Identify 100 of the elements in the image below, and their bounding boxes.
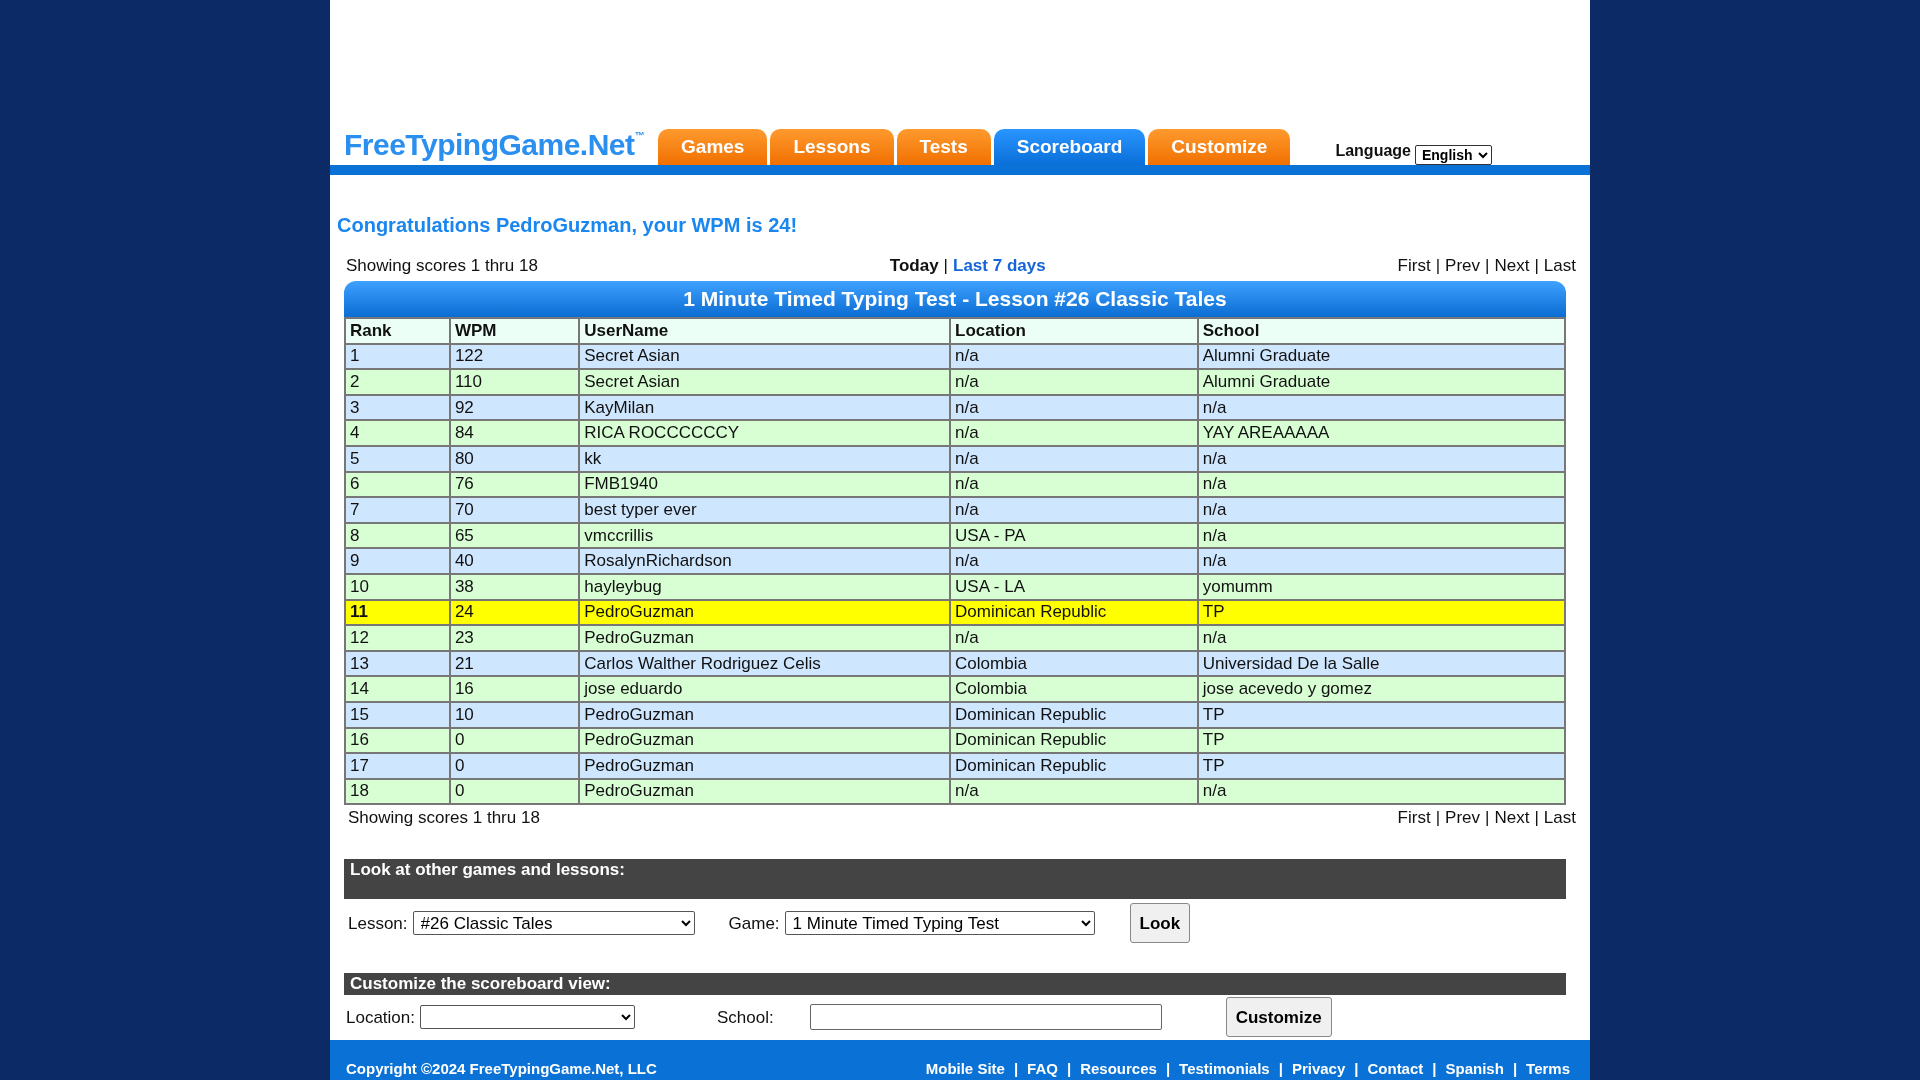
period-link[interactable]: Today bbox=[889, 256, 939, 275]
table-cell: Alumni Graduate bbox=[1197, 369, 1565, 395]
nav-tab[interactable]: Scoreboard bbox=[993, 129, 1146, 165]
table-cell: 14 bbox=[345, 676, 450, 702]
table-cell: hayleybug bbox=[579, 573, 951, 600]
language-label: Language bbox=[1335, 141, 1411, 161]
table-cell: YAY AREAAAAA bbox=[1197, 420, 1565, 446]
pager-link[interactable]: Prev bbox=[1445, 256, 1481, 275]
table-cell: 23 bbox=[449, 625, 580, 651]
table-cell: TP bbox=[1197, 753, 1565, 779]
footer-link[interactable]: Spanish bbox=[1445, 1059, 1504, 1077]
copyright-text: Copyright ©2024 FreeTypingGame.Net, LLC bbox=[346, 1058, 657, 1079]
pager-link[interactable]: First bbox=[1397, 808, 1431, 828]
footer-link[interactable]: Mobile Site bbox=[925, 1059, 1005, 1077]
separator: | bbox=[1278, 1059, 1283, 1077]
location-label: Location: bbox=[346, 1006, 415, 1029]
table-cell: 12 bbox=[345, 625, 450, 651]
look-button[interactable]: Look bbox=[1129, 903, 1191, 944]
table-cell: best typer ever bbox=[579, 497, 951, 523]
table-cell: USA - PA bbox=[950, 522, 1198, 549]
table-cell: yomumm bbox=[1197, 573, 1565, 600]
table-cell: 80 bbox=[449, 445, 580, 472]
table-cell: n/a bbox=[1197, 625, 1565, 651]
table-cell: 17 bbox=[345, 753, 450, 779]
table-cell: n/a bbox=[1197, 445, 1565, 472]
customize-button[interactable]: Customize bbox=[1225, 997, 1332, 1038]
separator: | bbox=[1512, 1059, 1518, 1077]
separator: | bbox=[1165, 1059, 1171, 1077]
table-cell: RICA ROCCCCCCY bbox=[579, 420, 951, 446]
period-link[interactable]: Last 7 days bbox=[953, 256, 1046, 275]
table-cell: PedroGuzman bbox=[579, 727, 951, 754]
table-cell: n/a bbox=[1197, 522, 1565, 549]
table-cell: n/a bbox=[950, 369, 1198, 395]
table-cell: PedroGuzman bbox=[579, 625, 951, 651]
table-cell: 7 bbox=[345, 497, 450, 523]
table-cell: 24 bbox=[449, 599, 580, 626]
table-cell: 15 bbox=[345, 701, 450, 728]
lesson-select[interactable]: #26 Classic Tales bbox=[412, 911, 695, 936]
pager-link[interactable]: Next bbox=[1494, 808, 1530, 828]
column-header: Rank bbox=[345, 318, 450, 344]
table-cell: 8 bbox=[345, 522, 450, 549]
table-cell: Dominican Republic bbox=[950, 599, 1198, 626]
table-cell: n/a bbox=[950, 394, 1198, 421]
showing-scores-text: Showing scores 1 thru 18 bbox=[346, 255, 538, 277]
footer-link[interactable]: Terms bbox=[1526, 1059, 1570, 1077]
pager-link[interactable]: Last bbox=[1543, 808, 1576, 828]
table-cell: Dominican Republic bbox=[950, 753, 1198, 779]
table-cell: 76 bbox=[449, 471, 580, 498]
pager-link[interactable]: First bbox=[1397, 256, 1431, 275]
separator: | bbox=[943, 256, 949, 275]
table-cell: 9 bbox=[345, 548, 450, 574]
table-cell: 0 bbox=[449, 727, 580, 754]
table-cell: 13 bbox=[345, 650, 450, 677]
location-select[interactable] bbox=[420, 1005, 635, 1030]
school-label: School: bbox=[717, 1006, 774, 1029]
table-cell: n/a bbox=[1197, 548, 1565, 574]
language-select[interactable]: English bbox=[1414, 145, 1492, 165]
table-cell: n/a bbox=[950, 778, 1198, 805]
pager-link[interactable]: Last bbox=[1543, 256, 1576, 275]
footer-link[interactable]: Privacy bbox=[1291, 1059, 1346, 1077]
table-cell: KayMilan bbox=[579, 394, 951, 421]
table-cell: 0 bbox=[449, 778, 580, 805]
column-header: WPM bbox=[449, 318, 580, 344]
table-cell: 84 bbox=[449, 420, 580, 446]
separator: | bbox=[1534, 256, 1539, 275]
site-logo[interactable]: FreeTypingGame.Net$^{™}$ bbox=[344, 127, 645, 163]
pager-link[interactable]: Next bbox=[1494, 256, 1530, 275]
footer-link[interactable]: Resources bbox=[1080, 1059, 1157, 1077]
school-input-field[interactable] bbox=[809, 1004, 1162, 1031]
table-cell: 38 bbox=[449, 573, 580, 600]
pager-link[interactable]: Prev bbox=[1445, 808, 1481, 828]
footer-link[interactable]: FAQ bbox=[1027, 1059, 1058, 1077]
table-cell: vmccrillis bbox=[579, 522, 951, 549]
showing-scores-text: Showing scores 1 thru 18 bbox=[348, 807, 540, 830]
table-cell: 2 bbox=[345, 369, 450, 395]
table-cell: n/a bbox=[1197, 471, 1565, 498]
separator: | bbox=[1534, 808, 1539, 828]
table-cell: PedroGuzman bbox=[579, 701, 951, 728]
table-cell: TP bbox=[1197, 599, 1565, 626]
table-cell: n/a bbox=[1197, 497, 1565, 523]
table-cell: 21 bbox=[449, 650, 580, 677]
table-cell: 11 bbox=[345, 599, 450, 626]
table-cell: 70 bbox=[449, 497, 580, 523]
separator: | bbox=[1066, 1059, 1072, 1077]
table-cell: PedroGuzman bbox=[579, 753, 951, 779]
table-cell: Secret Asian bbox=[579, 369, 951, 395]
table-cell: kk bbox=[579, 445, 951, 472]
table-cell: 122 bbox=[449, 343, 580, 370]
table-cell: Alumni Graduate bbox=[1197, 343, 1565, 370]
footer-link[interactable]: Contact bbox=[1367, 1059, 1424, 1077]
table-cell: jose eduardo bbox=[579, 676, 951, 702]
column-header: UserName bbox=[579, 318, 951, 344]
table-cell: RosalynRichardson bbox=[579, 548, 951, 574]
table-cell: n/a bbox=[950, 343, 1198, 370]
table-cell: 92 bbox=[449, 394, 580, 421]
table-cell: TP bbox=[1197, 727, 1565, 754]
game-select[interactable]: 1 Minute Timed Typing Test bbox=[784, 911, 1095, 936]
table-cell: Carlos Walther Rodriguez Celis bbox=[579, 650, 951, 677]
footer-link[interactable]: Testimonials bbox=[1179, 1059, 1270, 1077]
congratulations-message: Congratulations PedroGuzman, your WPM is 24! bbox=[337, 213, 799, 237]
